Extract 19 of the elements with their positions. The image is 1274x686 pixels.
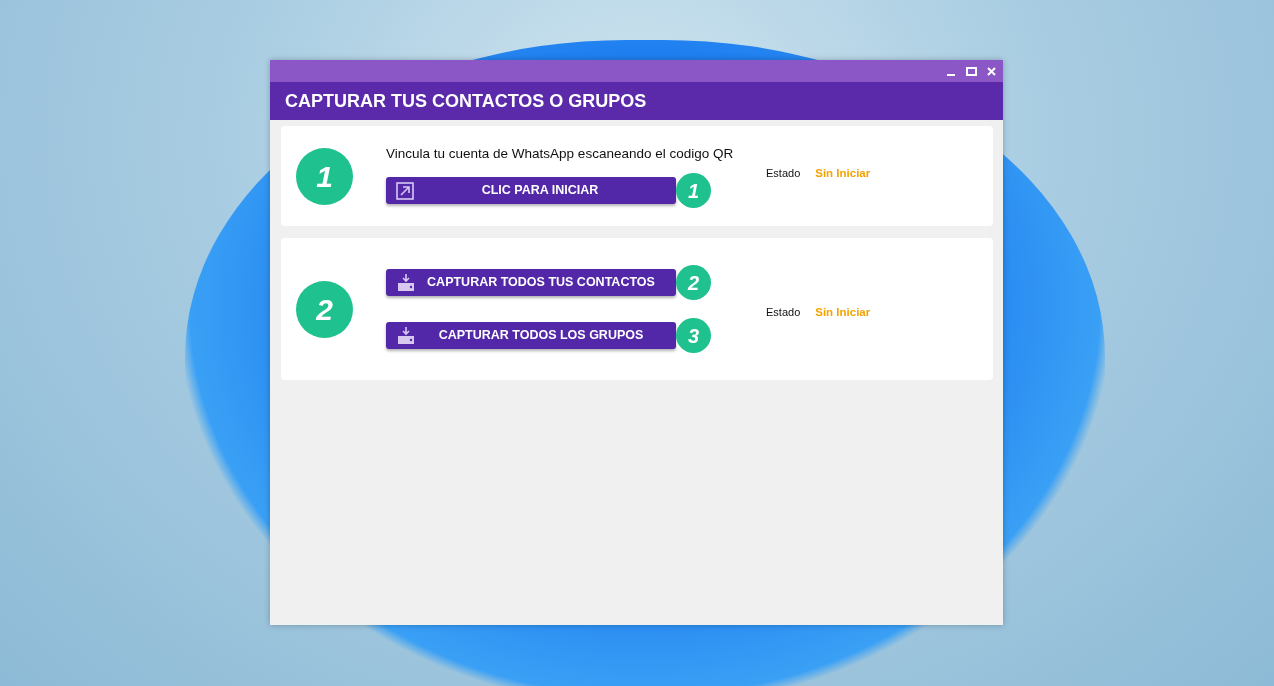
status-label: Estado (766, 306, 801, 318)
step-number: 1 (296, 147, 353, 205)
action-button[interactable]: CLIC PARA INICIAR (386, 177, 676, 205)
action-button[interactable]: CAPTURAR TODOS TUS CONTACTOS (386, 269, 676, 296)
status-label: Estado (766, 167, 801, 179)
close-icon[interactable] (987, 66, 996, 76)
step-number: 2 (296, 280, 353, 338)
step-badge: 2 (676, 265, 711, 300)
step-badge: 3 (676, 318, 711, 353)
status-value: Sin Iniciar (815, 167, 871, 179)
window-title: CAPTURAR TUS CONTACTOS O GRUPOS (285, 92, 647, 110)
download-tray-icon (396, 326, 416, 345)
download-tray-icon (396, 273, 416, 292)
arrow-box-icon (396, 181, 414, 200)
status-value: Sin Iniciar (815, 306, 871, 318)
maximize-icon[interactable] (966, 66, 977, 76)
instruction-text: Vincula tu cuenta de WhatsApp escaneando el codigo QR (386, 144, 735, 163)
step-badge: 1 (676, 173, 711, 209)
action-button[interactable]: CAPTURAR TODOS LOS GRUPOS (386, 322, 676, 349)
